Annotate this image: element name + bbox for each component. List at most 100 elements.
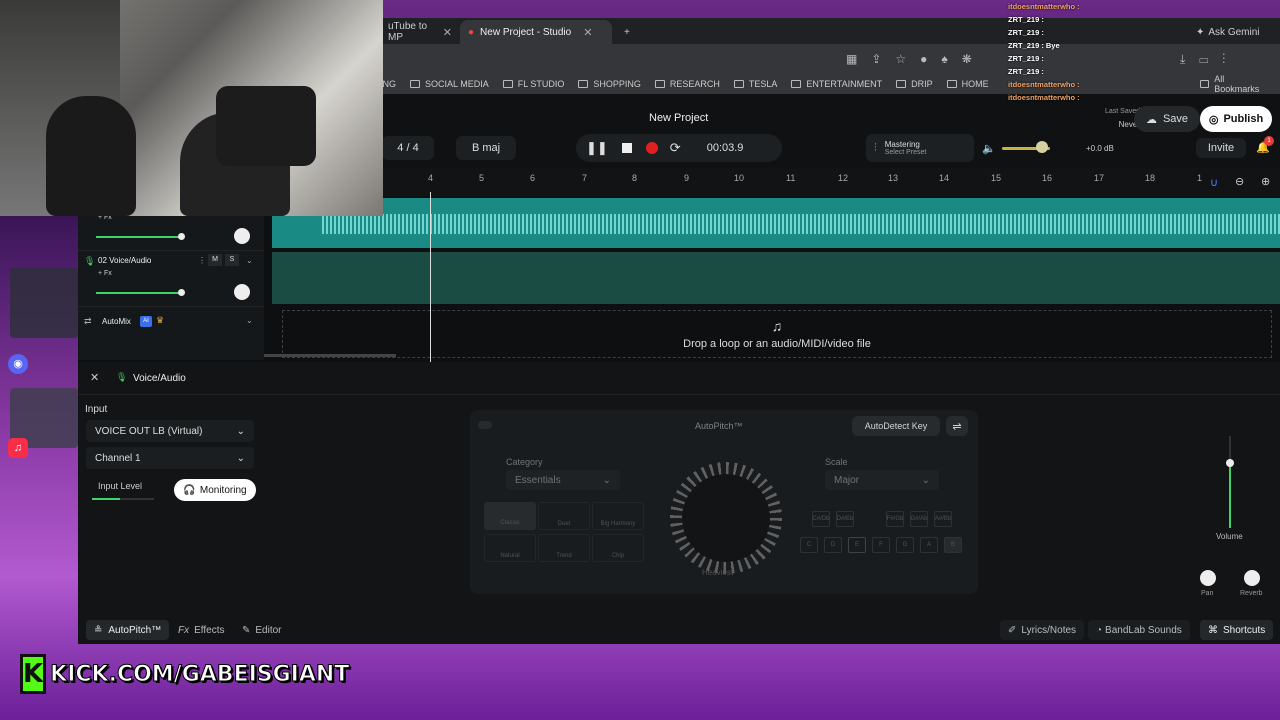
power-toggle[interactable] <box>478 421 492 429</box>
headphones-icon: 🎧 <box>183 484 196 496</box>
extension-icons[interactable]: ▦⇪☆●♠❋ <box>846 52 986 66</box>
track2-volume-slider[interactable] <box>96 292 182 294</box>
add-fx-button[interactable]: + Fx <box>98 270 112 277</box>
key-selector[interactable]: B maj <box>456 136 516 160</box>
ask-gemini-button[interactable]: ✦ Ask Gemini <box>1188 20 1278 44</box>
audio-region[interactable] <box>272 198 1280 248</box>
volume-handle[interactable] <box>1226 459 1234 467</box>
tab-effects[interactable]: Fx Effects <box>170 620 233 640</box>
lyrics-notes-button[interactable]: ✐ Lyrics/Notes <box>1000 620 1085 640</box>
key-button[interactable]: G <box>896 537 914 553</box>
automix-label[interactable]: AutoMix <box>102 317 131 326</box>
close-icon[interactable]: ✕ <box>90 371 99 384</box>
key-button[interactable]: F#/Gb <box>886 511 904 527</box>
chat-user: itdoesntmatterwho : <box>1008 2 1080 11</box>
zoom-out-icon[interactable]: ⊖ <box>1235 175 1244 188</box>
time-signature[interactable]: 4 / 4 <box>382 136 434 160</box>
volume-handle[interactable] <box>178 233 185 240</box>
music-app-icon[interactable]: ♫ <box>8 438 28 458</box>
pan-knob[interactable] <box>234 284 250 300</box>
key-button[interactable]: A <box>920 537 938 553</box>
style-duet[interactable]: Duet <box>538 502 590 530</box>
browser-toolbar-icons[interactable]: ⤓▭⋮ <box>1180 52 1239 67</box>
tab-youtube-to-mp3[interactable]: uTube to MP ✕ <box>380 20 460 44</box>
timeline-ruler[interactable]: 4 5 6 7 8 9 10 11 12 13 14 15 16 17 18 1… <box>380 168 1280 196</box>
bookmark-drip[interactable]: DRIP <box>896 79 933 89</box>
chevron-down-icon[interactable]: ⌄ <box>246 256 253 265</box>
close-icon[interactable]: ✕ <box>443 26 452 39</box>
key-button[interactable]: A#/Bb <box>934 511 952 527</box>
style-classic[interactable]: Classic <box>484 502 536 530</box>
style-chip[interactable]: Chip <box>592 534 644 562</box>
style-trend[interactable]: Trend <box>538 534 590 562</box>
tab-editor[interactable]: ✎ Editor <box>234 620 290 640</box>
key-button[interactable]: C <box>800 537 818 553</box>
bookmark-social-media[interactable]: SOCIAL MEDIA <box>410 79 489 89</box>
pan-knob[interactable] <box>1200 570 1216 586</box>
bookmark-shopping[interactable]: SHOPPING <box>578 79 641 89</box>
key-button[interactable]: B <box>944 537 962 553</box>
tab-new-project[interactable]: ● New Project - Studio ✕ <box>460 20 612 44</box>
all-bookmarks[interactable]: All Bookmarks <box>1200 74 1266 94</box>
key-button[interactable]: F <box>872 537 890 553</box>
key-button[interactable]: D <box>824 537 842 553</box>
horizontal-scrollbar[interactable] <box>264 354 396 357</box>
pan-knob[interactable] <box>234 228 250 244</box>
bookmark-label: SOCIAL MEDIA <box>425 79 489 89</box>
save-button[interactable]: ☁ Save <box>1134 106 1200 132</box>
plugin-volume-slider[interactable] <box>1229 436 1231 528</box>
discord-icon[interactable]: ◉ <box>8 354 28 374</box>
playhead[interactable] <box>430 192 431 362</box>
pause-icon[interactable]: ❚❚ <box>586 140 608 156</box>
bookmark-research[interactable]: RESEARCH <box>654 79 720 89</box>
track1-volume-slider[interactable] <box>96 236 182 238</box>
amount-knob[interactable] <box>682 474 770 562</box>
track-name[interactable]: 02 Voice/Audio <box>98 256 151 265</box>
key-button[interactable]: C#/Db <box>812 511 830 527</box>
solo-button[interactable]: S <box>225 254 239 266</box>
zoom-in-icon[interactable]: ⊕ <box>1261 175 1270 188</box>
address-bar[interactable]: ▦⇪☆●♠❋ ⤓▭⋮ <box>380 44 1280 74</box>
monitoring-button[interactable]: 🎧 Monitoring <box>174 479 256 501</box>
volume-handle[interactable] <box>1036 141 1048 153</box>
scale-select[interactable]: Major ⌄ <box>825 470 939 490</box>
bookmark-home[interactable]: HOME <box>946 79 989 89</box>
invite-button[interactable]: Invite <box>1196 138 1246 158</box>
publish-button[interactable]: ◎ Publish <box>1200 106 1272 132</box>
globe-icon: ◎ <box>1208 113 1219 126</box>
bookmark-entertainment[interactable]: ENTERTAINMENT <box>791 79 882 89</box>
input-device-select[interactable]: VOICE OUT LB (Virtual) ⌄ <box>86 420 254 442</box>
bookmark-tesla[interactable]: TESLA <box>733 79 777 89</box>
window-thumbnail[interactable] <box>10 268 78 338</box>
stop-icon[interactable] <box>621 143 632 153</box>
loop-icon[interactable]: ⟳ <box>670 140 681 156</box>
more-icon[interactable]: ⋮ <box>198 256 206 265</box>
style-big-harmony[interactable]: Big Harmony <box>592 502 644 530</box>
shortcuts-button[interactable]: ⌘ Shortcuts <box>1200 620 1274 640</box>
select-value: Major <box>834 474 860 486</box>
category-select[interactable]: Essentials ⌄ <box>506 470 620 490</box>
tab-autopitch[interactable]: ≗ AutoPitch™ <box>86 620 170 640</box>
mastering-button[interactable]: ⫶ Mastering Select Preset <box>866 134 974 162</box>
bandlab-sounds-button[interactable]: ◔ BandLab Sounds <box>1088 620 1190 640</box>
key-button[interactable]: E <box>848 537 866 553</box>
record-icon[interactable] <box>645 142 658 154</box>
new-tab-button[interactable]: + <box>616 20 636 44</box>
magnet-icon[interactable]: ∪ <box>1210 176 1218 189</box>
mute-button[interactable]: M <box>208 254 222 266</box>
tab-label: BandLab Sounds <box>1105 624 1182 636</box>
empty-region[interactable] <box>272 252 1280 304</box>
volume-handle[interactable] <box>178 289 185 296</box>
key-button[interactable]: G#/Ab <box>910 511 928 527</box>
speaker-icon[interactable]: 🔈 <box>982 142 996 155</box>
style-natural[interactable]: Natural <box>484 534 536 562</box>
autodetect-key-button[interactable]: AutoDetect Key <box>852 416 940 436</box>
channel-select[interactable]: Channel 1 ⌄ <box>86 447 254 469</box>
bookmark-fl-studio[interactable]: FL STUDIO <box>502 79 564 89</box>
close-icon[interactable]: ✕ <box>583 26 592 39</box>
settings-sliders-icon[interactable]: ⇌ <box>946 416 968 436</box>
chevron-down-icon[interactable]: ⌄ <box>246 316 253 325</box>
reverb-knob[interactable] <box>1244 570 1260 586</box>
project-title[interactable]: New Project <box>649 112 708 124</box>
key-button[interactable]: D#/Eb <box>836 511 854 527</box>
